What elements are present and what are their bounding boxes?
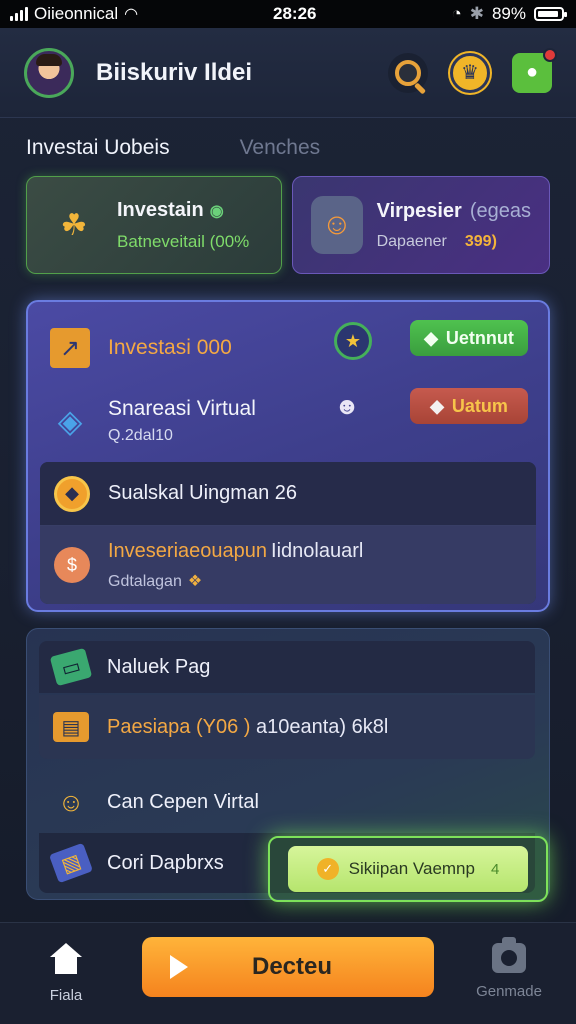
- primary-action-button[interactable]: Decteu: [142, 937, 434, 997]
- uatum-button[interactable]: ◆ Uatum: [410, 388, 528, 424]
- shield-icon: ◆: [54, 475, 90, 512]
- nav-home[interactable]: Fiala: [40, 943, 92, 1004]
- trophy-button[interactable]: ♛: [450, 52, 490, 93]
- card-icon: ▤: [53, 712, 89, 742]
- cta-count: 4: [490, 860, 500, 878]
- signal-icon: [10, 7, 28, 21]
- rotation-lock-icon: ◔: [451, 4, 462, 23]
- check-icon: ◉: [209, 202, 224, 220]
- main-panel-list: ◆ Sualskal Uingman 26 $ Inveseriaeouapun…: [40, 462, 536, 604]
- list-item[interactable]: ▤ Paesiapa (Y06 ) a10eanta) 6k8l: [39, 695, 535, 759]
- list-item[interactable]: $ Inveseriaeouapun Iidnolauarl Gdtalagan ❖: [40, 526, 536, 604]
- avatar[interactable]: [24, 47, 74, 98]
- cta-container: ✓ Sikiipan Vaemnp 4: [268, 836, 548, 902]
- list-item-title: Inveseriaeouapun: [108, 539, 268, 562]
- main-panel: ↗ Investasi 000 ★ ◆ Uetnnut ◈ Snareasi V…: [26, 300, 550, 612]
- search-icon: [395, 59, 421, 86]
- chart-icon: ↗: [50, 328, 90, 368]
- list-item-title-rest: a10eanta) 6k8l: [255, 715, 389, 738]
- list-item-title-rest: Iidnolauarl: [271, 539, 364, 562]
- battery-icon: [534, 7, 567, 21]
- list-item-title: Cori Dapbrxs: [107, 851, 224, 874]
- tab-bar: Investai Uobeis Venches: [26, 136, 320, 160]
- status-bar: Oiieonnical ◠ 28:26 ◔ ✱ 89%: [0, 0, 576, 28]
- list-item[interactable]: ☺ Can Cepen Virtal: [39, 775, 535, 829]
- bottom-nav: Fiala Decteu Genmade: [0, 922, 576, 1024]
- notification-button[interactable]: ●: [512, 47, 557, 93]
- nav-genmade-label: Genmade: [476, 983, 542, 1000]
- tab-investai[interactable]: Investai Uobeis: [26, 136, 170, 160]
- coins-icon: ❖: [187, 572, 203, 590]
- list-item-title: Can Cepen Virtal: [107, 790, 259, 813]
- plant-icon: ☘: [60, 208, 88, 242]
- trophy-icon: ♛: [461, 62, 479, 84]
- list-item-sub: Gdtalagan: [108, 572, 182, 590]
- coin-icon: ✓: [316, 858, 339, 880]
- status-right: ◔ ✱ 89%: [451, 4, 567, 24]
- invest-row-title: Investasi 000: [108, 336, 232, 359]
- nav-genmade[interactable]: Genmade: [464, 937, 554, 1000]
- notification-badge: [543, 47, 557, 62]
- nav-home-label: Fiala: [49, 987, 83, 1004]
- home-icon: [48, 943, 84, 977]
- virtual-row-title: Snareasi Virtual: [108, 397, 256, 420]
- character-icon: ☺: [57, 786, 85, 817]
- bell-icon: ●: [525, 61, 539, 83]
- ticket-icon: ◈: [57, 403, 83, 439]
- cash-icon: ▭: [49, 647, 93, 687]
- star-badge-icon: ★: [334, 322, 372, 360]
- virtual-card-value: 399): [464, 232, 497, 250]
- list-item[interactable]: ▭ Naluek Pag: [39, 641, 535, 693]
- invest-card-sub: Batneveitail (00%: [117, 231, 250, 251]
- wifi-icon: ◠: [124, 6, 139, 23]
- ticket-icon: ▧: [48, 842, 94, 884]
- list-item[interactable]: ◆ Sualskal Uingman 26: [40, 462, 536, 526]
- invest-card[interactable]: ☘ Investain ◉ Batneveitail (00%: [26, 176, 282, 274]
- virtual-card[interactable]: ☺ Virpesier (egeas Dapaener 399): [292, 176, 550, 274]
- header-actions: ♛ ●: [388, 47, 557, 95]
- worker-icon: ☺: [311, 196, 363, 254]
- diamond-icon: ◆: [430, 395, 444, 416]
- primary-action-label: Decteu: [252, 953, 333, 980]
- battery-percent: 89%: [491, 4, 526, 23]
- list-item-title: Sualskal Uingman 26: [108, 482, 297, 504]
- carrier-name: Oiieonnical: [34, 4, 119, 23]
- app-title: Biiskuriv Ildei: [96, 58, 253, 86]
- bluetooth-icon: ✱: [469, 4, 484, 23]
- camera-icon: [492, 937, 526, 973]
- invest-card-title: Investain: [117, 198, 204, 221]
- mascot-icon: ☻: [334, 393, 360, 420]
- list-item-title: Naluek Pag: [107, 655, 211, 678]
- virtual-card-title-extra: (egeas: [469, 199, 531, 222]
- status-left: Oiieonnical ◠: [10, 4, 138, 24]
- search-button[interactable]: [388, 52, 428, 95]
- cta-label: Sikiipan Vaemnp: [348, 859, 475, 878]
- app-header: Biiskuriv Ildei ♛ ●: [0, 28, 576, 118]
- money-bag-icon: $: [54, 547, 90, 583]
- cta-button[interactable]: ✓ Sikiipan Vaemnp 4: [288, 846, 528, 892]
- tab-venches[interactable]: Venches: [240, 136, 321, 160]
- diamond-icon: ◆: [424, 327, 438, 348]
- status-time: 28:26: [273, 4, 317, 23]
- list-item-title: Paesiapa (Y06 ): [107, 715, 251, 738]
- virtual-card-sub: Dapaener: [376, 232, 447, 250]
- virtual-row-sub: Q.2dal10: [108, 427, 173, 444]
- uetnnut-button[interactable]: ◆ Uetnnut: [410, 320, 528, 356]
- play-icon: [170, 955, 188, 979]
- virtual-card-title: Virpesier: [376, 199, 462, 222]
